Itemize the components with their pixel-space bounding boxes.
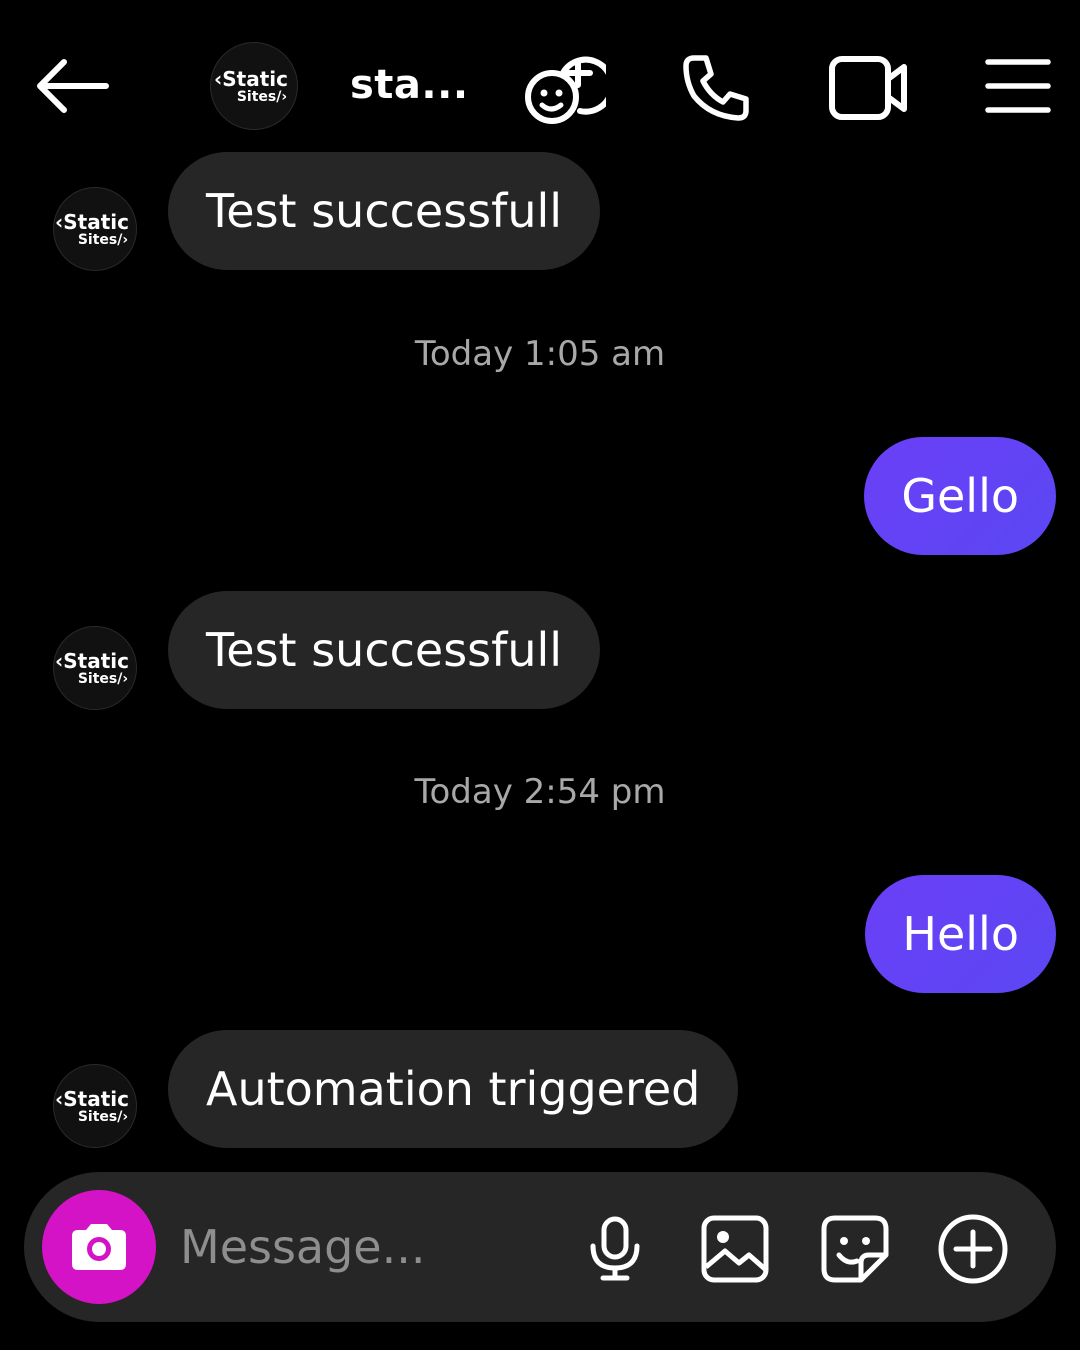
voice-message-button[interactable] (580, 1214, 650, 1284)
add-effect-icon (525, 56, 606, 124)
arrow-left-icon (37, 59, 109, 113)
avatar-text-line2: Sites/› (77, 231, 129, 248)
sender-avatar[interactable]: ‹Static Sites/› (53, 626, 137, 710)
avatar-text-line2: Sites/› (77, 1108, 129, 1125)
message-incoming[interactable]: Test successfull (168, 591, 601, 709)
plus-circle-icon (938, 1214, 1008, 1284)
menu-button[interactable] (980, 50, 1056, 122)
message-outgoing[interactable]: Hello (865, 875, 1056, 993)
more-options-button[interactable] (938, 1214, 1008, 1284)
message-incoming[interactable]: Test successfull (168, 152, 601, 270)
video-camera-icon (829, 56, 907, 120)
avatar-text-line2: Sites/› (236, 88, 288, 105)
chat-header: ‹Static Sites/› sta... (0, 0, 1080, 170)
avatar-text-line1: ‹Static (55, 648, 129, 673)
gallery-button[interactable] (700, 1214, 770, 1284)
camera-icon (72, 1224, 126, 1270)
microphone-icon (590, 1216, 640, 1281)
voice-call-button[interactable] (676, 48, 756, 128)
video-call-button[interactable] (824, 48, 914, 128)
message-timestamp: Today 2:54 pm (414, 772, 666, 812)
message-incoming[interactable]: Automation triggered (168, 1030, 739, 1148)
contact-name[interactable]: sta... (350, 62, 469, 108)
phone-icon (683, 55, 749, 121)
avatar-text-line1: ‹Static (55, 1086, 129, 1111)
sender-avatar[interactable]: ‹Static Sites/› (53, 1064, 137, 1148)
message-input[interactable] (180, 1212, 560, 1282)
back-button[interactable] (30, 50, 114, 122)
add-effect-button[interactable] (520, 45, 608, 129)
message-timestamp: Today 1:05 am (414, 334, 666, 374)
avatar-text-line1: ‹Static (214, 66, 288, 91)
image-icon (701, 1215, 769, 1283)
menu-icon (985, 59, 1051, 113)
avatar-text-line2: Sites/› (77, 670, 129, 687)
header-avatar[interactable]: ‹Static Sites/› (210, 42, 298, 130)
avatar-text-line1: ‹Static (55, 209, 129, 234)
message-outgoing[interactable]: Gello (864, 437, 1056, 555)
sender-avatar[interactable]: ‹Static Sites/› (53, 187, 137, 271)
chat-screen: ‹Static Sites/› sta... ‹Static Sites/› T… (0, 0, 1080, 1350)
camera-button[interactable] (42, 1190, 156, 1304)
message-composer (24, 1172, 1056, 1322)
sticker-icon (821, 1215, 889, 1283)
sticker-button[interactable] (820, 1214, 890, 1284)
